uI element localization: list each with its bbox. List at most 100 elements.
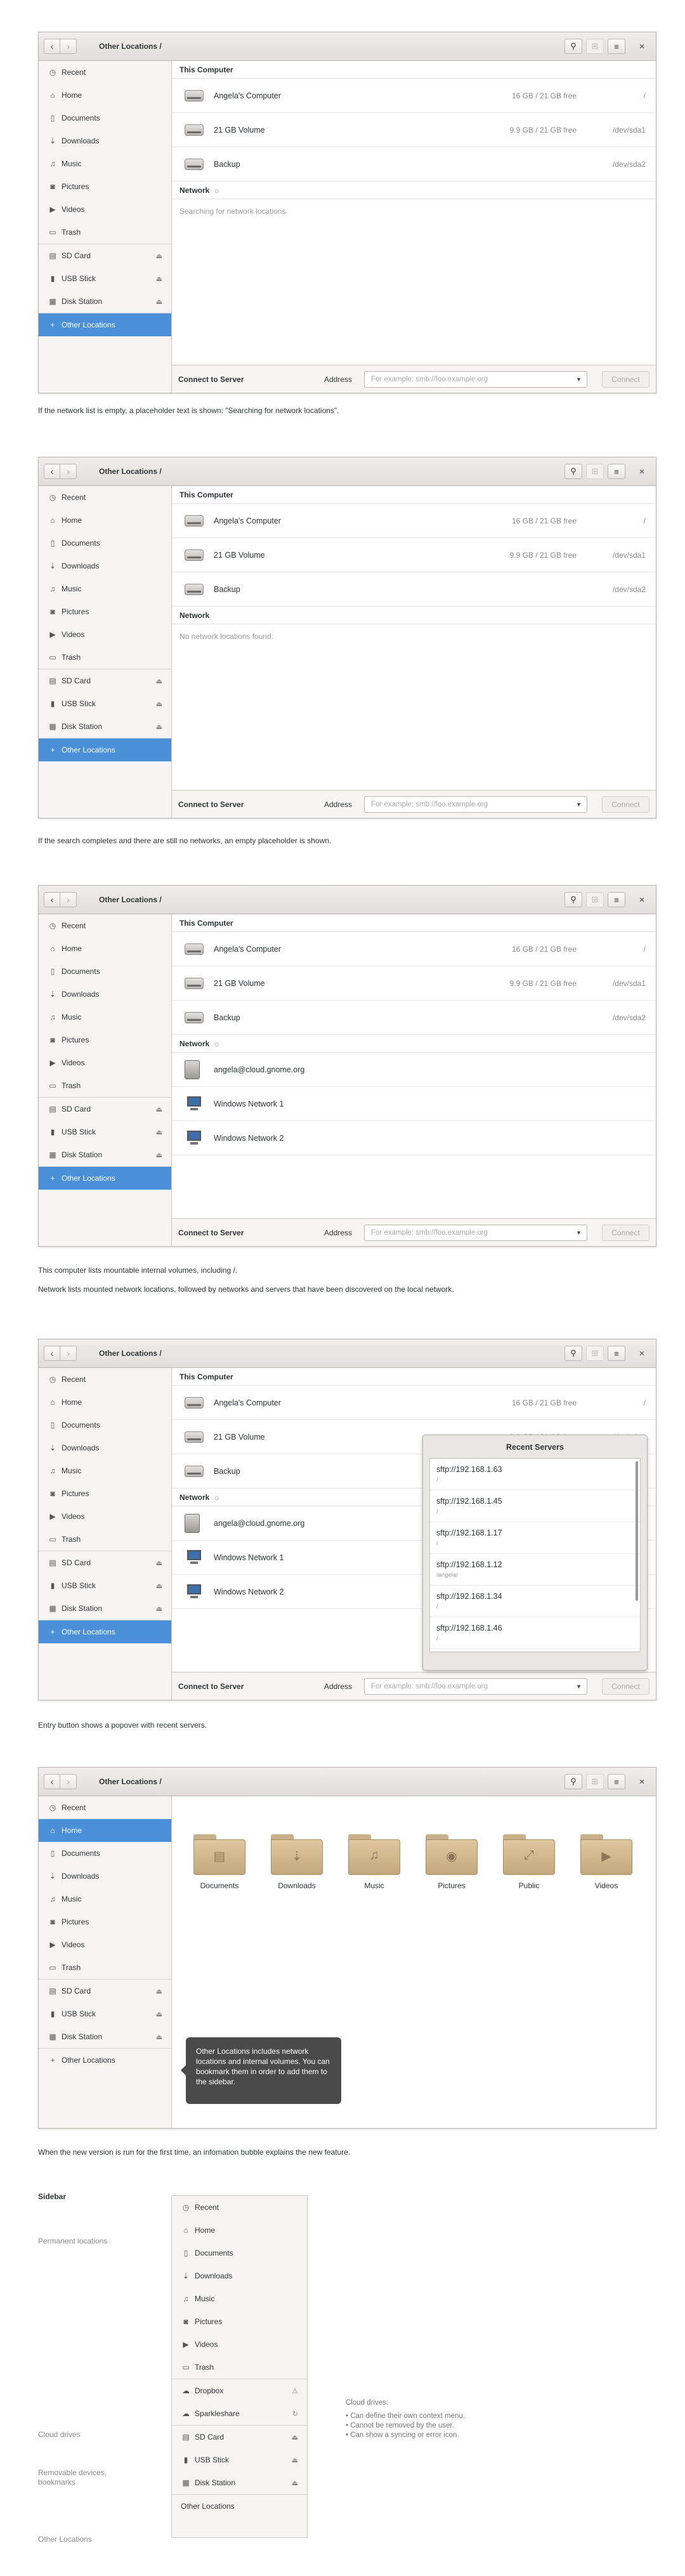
sidebar-item-other-locations[interactable]: + Other Locations xyxy=(39,1620,171,1643)
view-toggle-button[interactable]: ⊞ xyxy=(586,39,604,54)
path-bar[interactable]: Other Locations / xyxy=(99,42,162,51)
sidebar-item-music[interactable]: ♫ Music xyxy=(39,577,171,600)
sidebar-item-home[interactable]: ⌂ Home xyxy=(39,84,171,107)
volume-row[interactable]: 21 GB Volume 9.9 GB / 21 GB free/dev/sda1 xyxy=(172,113,656,147)
sidebar-item-music[interactable]: ♫ Music xyxy=(39,1006,171,1028)
sidebar-item-sd-card[interactable]: ▤ SD Card ⏏ xyxy=(172,2426,307,2448)
back-button[interactable]: ‹ xyxy=(44,464,60,479)
sidebar-item-videos[interactable]: ▶ Videos xyxy=(39,198,171,221)
sidebar-item-pictures[interactable]: ◙ Pictures xyxy=(39,175,171,198)
connect-button[interactable]: Connect xyxy=(602,796,649,813)
eject-icon[interactable]: ⏏ xyxy=(156,723,162,731)
sidebar-item-recent[interactable]: ◷ Recent xyxy=(39,61,171,84)
sidebar-item-downloads[interactable]: ⇣ Downloads xyxy=(39,1436,171,1459)
eject-icon[interactable]: ⏏ xyxy=(156,1582,162,1590)
sidebar-item-disk-station[interactable]: ▦ Disk Station ⏏ xyxy=(39,1597,171,1620)
forward-button[interactable]: › xyxy=(60,464,77,479)
sidebar-item-sd-card[interactable]: ▤ SD Card ⏏ xyxy=(39,1980,171,2002)
forward-button[interactable]: › xyxy=(60,892,77,907)
sidebar-item-recent[interactable]: ◷ Recent xyxy=(39,914,171,937)
sidebar-item-home[interactable]: ⌂ Home xyxy=(39,1819,171,1842)
sidebar-item-music[interactable]: ♫ Music xyxy=(39,152,171,175)
view-toggle-button[interactable]: ⊞ xyxy=(586,464,604,479)
sidebar-item-disk-station[interactable]: ▦ Disk Station ⏏ xyxy=(39,2025,171,2048)
volume-row[interactable]: 21 GB Volume 9.9 GB / 21 GB free/dev/sda1 xyxy=(172,966,656,1001)
sidebar-item-disk-station[interactable]: ▦ Disk Station ⏏ xyxy=(172,2471,307,2494)
close-button[interactable]: × xyxy=(633,892,651,907)
sidebar-item-sd-card[interactable]: ▤ SD Card ⏏ xyxy=(39,1098,171,1120)
sidebar-item-music[interactable]: ♫ Music xyxy=(172,2287,307,2310)
sidebar-item-other-locations[interactable]: + Other Locations xyxy=(39,313,171,336)
eject-icon[interactable]: ⏏ xyxy=(156,1559,162,1567)
eject-icon[interactable]: ⏏ xyxy=(156,700,162,708)
recent-server-item[interactable]: sftp://192.168.1.46 / xyxy=(430,1617,640,1649)
view-toggle-button[interactable]: ⊞ xyxy=(586,1774,604,1789)
address-input[interactable]: For example: smb://foo.example.org ▼ xyxy=(364,371,587,388)
network-row[interactable]: angela@cloud.gnome.org xyxy=(172,1053,656,1087)
recent-server-item[interactable]: sftp://192.168.1.63 / xyxy=(430,1459,640,1490)
eject-icon[interactable]: ⏏ xyxy=(156,252,162,260)
sidebar-item-downloads[interactable]: ⇣ Downloads xyxy=(39,555,171,577)
sidebar-item-home[interactable]: ⌂ Home xyxy=(39,937,171,960)
sidebar-item-downloads[interactable]: ⇣ Downloads xyxy=(172,2264,307,2287)
recent-server-item[interactable]: sftp://192.168.1.17 / xyxy=(430,1522,640,1554)
sidebar-item-documents[interactable]: ▯ Documents xyxy=(39,960,171,983)
path-bar[interactable]: Other Locations / xyxy=(99,1777,162,1786)
recent-server-item[interactable]: sftp://192.168.1.34 / xyxy=(430,1586,640,1617)
sidebar-item-other-locations[interactable]: + Other Locations xyxy=(39,739,171,761)
sidebar-item-disk-station[interactable]: ▦ Disk Station ⏏ xyxy=(39,715,171,738)
sidebar-item-usb-stick[interactable]: ▮ USB Stick ⏏ xyxy=(39,692,171,715)
connect-button[interactable]: Connect xyxy=(602,371,649,388)
dropdown-arrow-icon[interactable]: ▼ xyxy=(576,797,582,812)
close-button[interactable]: × xyxy=(633,39,651,54)
sidebar-item-disk-station[interactable]: ▦ Disk Station ⏏ xyxy=(39,1143,171,1166)
menu-button[interactable]: ≡ xyxy=(608,39,625,54)
path-bar[interactable]: Other Locations / xyxy=(99,895,162,904)
sidebar-item-videos[interactable]: ▶ Videos xyxy=(39,623,171,646)
sidebar-item-pictures[interactable]: ◙ Pictures xyxy=(39,600,171,623)
sidebar-item-downloads[interactable]: ⇣ Downloads xyxy=(39,129,171,152)
sidebar-item-dropbox[interactable]: ☁ Dropbox ⚠ xyxy=(172,2379,307,2402)
sidebar-item-videos[interactable]: ▶ Videos xyxy=(39,1051,171,1074)
menu-button[interactable]: ≡ xyxy=(608,464,625,479)
forward-button[interactable]: › xyxy=(60,1346,77,1361)
menu-button[interactable]: ≡ xyxy=(608,1346,625,1361)
sidebar-item-documents[interactable]: ▯ Documents xyxy=(39,532,171,555)
eject-icon[interactable]: ⏏ xyxy=(156,2033,162,2041)
search-button[interactable]: ⚲ xyxy=(564,1346,582,1361)
sidebar-item-usb-stick[interactable]: ▮ USB Stick ⏏ xyxy=(39,1120,171,1143)
close-button[interactable]: × xyxy=(633,464,651,479)
sidebar-item-downloads[interactable]: ⇣ Downloads xyxy=(39,983,171,1006)
sidebar-item-pictures[interactable]: ◙ Pictures xyxy=(39,1910,171,1933)
sidebar-item-videos[interactable]: ▶ Videos xyxy=(39,1505,171,1528)
eject-icon[interactable]: ⏏ xyxy=(292,2456,298,2464)
search-button[interactable]: ⚲ xyxy=(564,464,582,479)
sidebar-item-recent[interactable]: ◷ Recent xyxy=(39,486,171,509)
connect-button[interactable]: Connect xyxy=(602,1678,649,1695)
forward-button[interactable]: › xyxy=(60,39,77,54)
sidebar-item-trash[interactable]: ▭ Trash xyxy=(39,1956,171,1979)
volume-row[interactable]: Angela's Computer 16 GB / 21 GB free / xyxy=(172,932,656,966)
folder-downloads[interactable]: ⇣ Downloads xyxy=(268,1834,325,1890)
sidebar-item-sparkleshare[interactable]: ☁ Sparkleshare ↻ xyxy=(172,2402,307,2425)
view-toggle-button[interactable]: ⊞ xyxy=(586,1346,604,1361)
sidebar-item-documents[interactable]: ▯ Documents xyxy=(39,1414,171,1436)
volume-row[interactable]: Angela's Computer 16 GB / 21 GB free / xyxy=(172,1386,656,1420)
sidebar-item-sd-card[interactable]: ▤ SD Card ⏏ xyxy=(39,669,171,692)
sidebar-item-sd-card[interactable]: ▤ SD Card ⏏ xyxy=(39,244,171,267)
sidebar-item-other-locations[interactable]: + Other Locations xyxy=(39,2049,171,2072)
path-bar[interactable]: Other Locations / xyxy=(99,467,162,476)
network-row[interactable]: Windows Network 1 xyxy=(172,1087,656,1121)
volume-row[interactable]: Backup/dev/sda2 xyxy=(172,1001,656,1035)
sidebar-item-documents[interactable]: ▯ Documents xyxy=(172,2242,307,2264)
recent-server-item[interactable]: sftp://192.168.1.12/angela/ xyxy=(430,1554,640,1586)
address-input[interactable]: For example: smb://foo.example.org ▼ xyxy=(364,796,587,813)
eject-icon[interactable]: ⏏ xyxy=(156,1128,162,1136)
sidebar-item-recent[interactable]: ◷ Recent xyxy=(39,1368,171,1391)
sidebar-item-trash[interactable]: ▭ Trash xyxy=(39,1074,171,1097)
back-button[interactable]: ‹ xyxy=(44,892,60,907)
eject-icon[interactable]: ⏏ xyxy=(156,2010,162,2018)
eject-icon[interactable]: ⏏ xyxy=(156,275,162,283)
eject-icon[interactable]: ⏏ xyxy=(156,1151,162,1159)
eject-icon[interactable]: ⏏ xyxy=(156,298,162,306)
